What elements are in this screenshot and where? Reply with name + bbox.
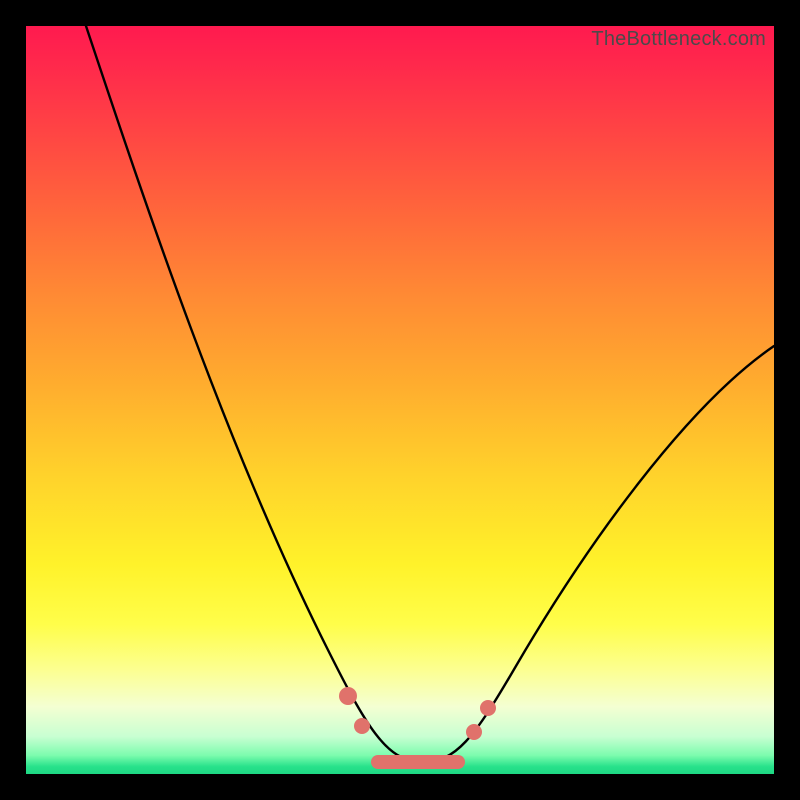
chart-frame: TheBottleneck.com (0, 0, 800, 800)
chart-svg (26, 26, 774, 774)
plot-area: TheBottleneck.com (26, 26, 774, 774)
bottleneck-curve (86, 26, 774, 762)
marker-dot-right-2 (480, 700, 496, 716)
marker-dot-right-1 (466, 724, 482, 740)
marker-dot-left-1 (339, 687, 357, 705)
marker-dot-left-2 (354, 718, 370, 734)
